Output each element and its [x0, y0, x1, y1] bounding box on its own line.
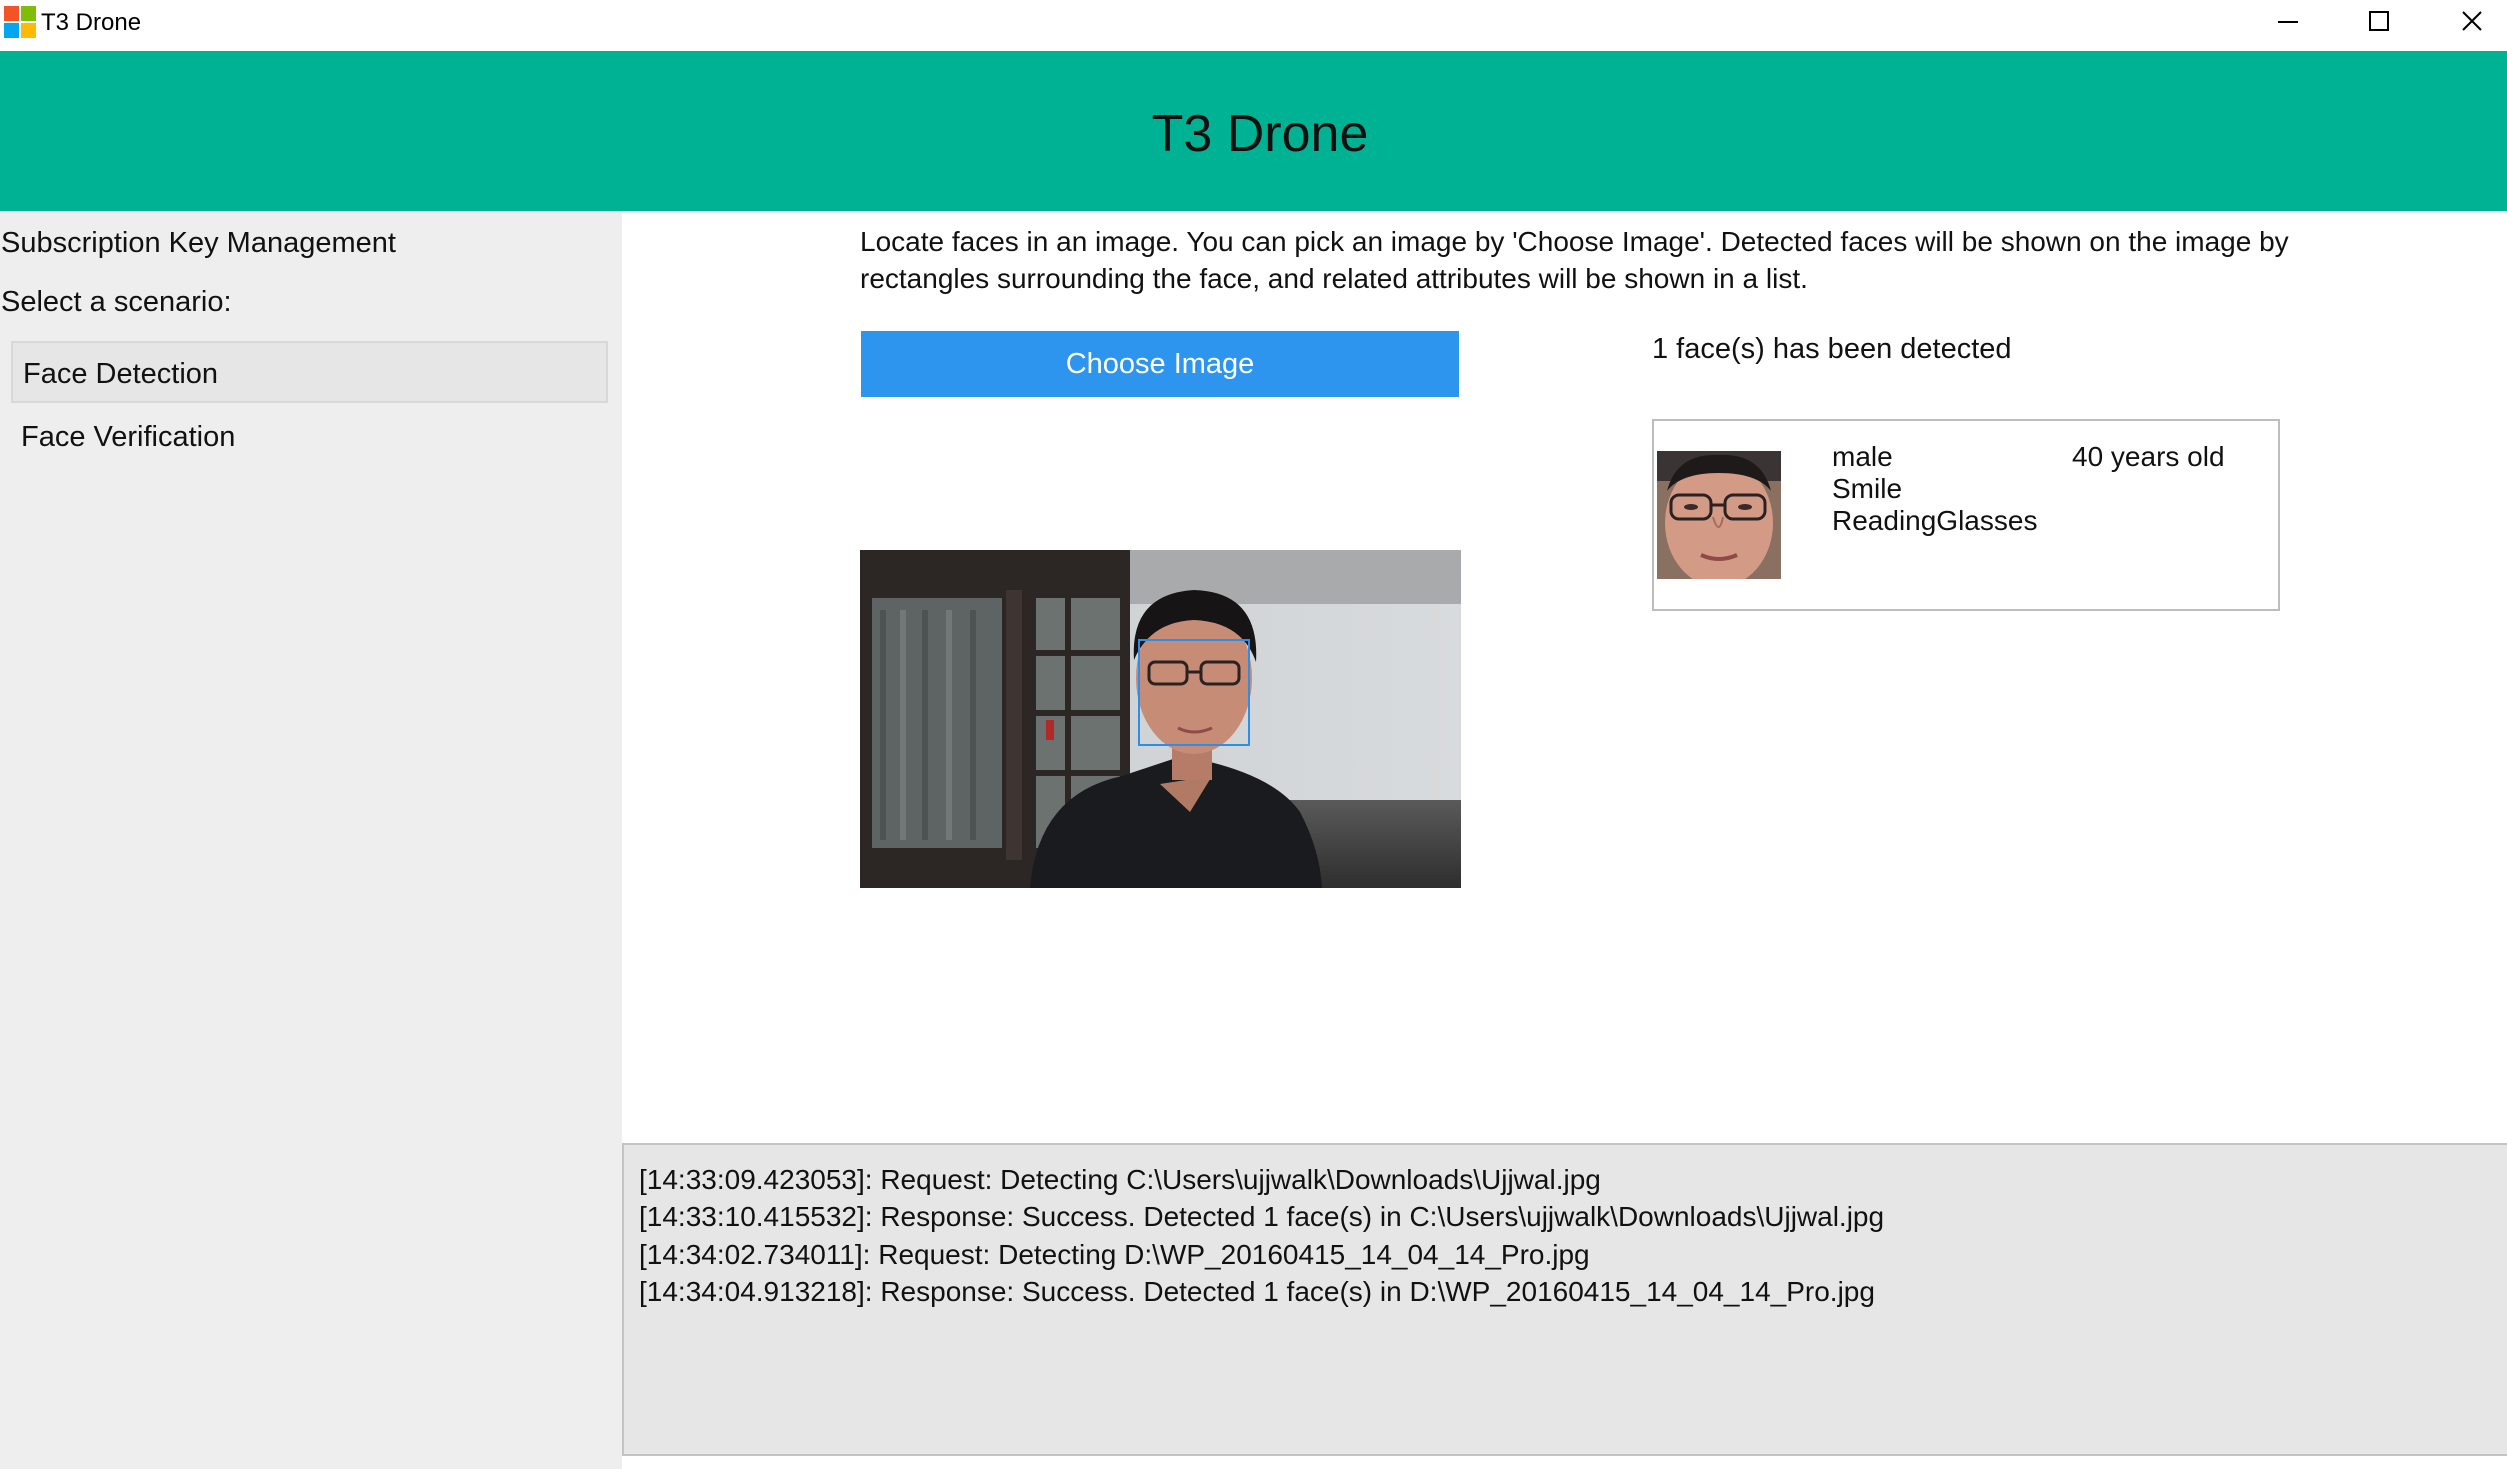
choose-image-button[interactable]: Choose Image: [861, 331, 1459, 397]
face-age: 40 years old: [2072, 441, 2225, 472]
face-rectangle: [1138, 639, 1250, 746]
detection-count: 1 face(s) has been detected: [1652, 333, 2012, 365]
maximize-icon: [2369, 11, 2389, 31]
log-line: [14:34:02.734011]: Request: Detecting D:…: [639, 1239, 1590, 1270]
sidebar: Subscription Key Management Select a sce…: [0, 211, 622, 1469]
selected-image: [860, 550, 1461, 888]
face-glasses: ReadingGlasses: [1832, 505, 2038, 536]
scenario-prompt: Select a scenario:: [1, 286, 232, 318]
minimize-icon: [2278, 21, 2298, 23]
face-gender: male: [1832, 441, 1893, 472]
maximize-button[interactable]: [2332, 0, 2426, 44]
log-line: [14:33:10.415532]: Response: Success. De…: [639, 1201, 1885, 1232]
face-thumbnail: [1657, 451, 1781, 579]
log-line: [14:33:09.423053]: Request: Detecting C:…: [639, 1164, 1601, 1195]
close-icon: [2462, 11, 2482, 31]
minimize-button[interactable]: [2241, 0, 2335, 44]
face-expression: Smile: [1832, 473, 1903, 504]
sidebar-item-face-verification[interactable]: Face Verification: [11, 406, 608, 468]
subscription-key-link[interactable]: Subscription Key Management: [1, 226, 396, 260]
app-header: T3 Drone: [0, 51, 2507, 211]
window-title-bar: T3 Drone: [0, 0, 2507, 51]
log-panel[interactable]: [14:33:09.423053]: Request: Detecting C:…: [622, 1143, 2507, 1456]
face-result-item[interactable]: male Smile ReadingGlasses 40 years old: [1652, 419, 2280, 611]
sidebar-item-label: Face Verification: [21, 421, 236, 453]
close-button[interactable]: [2425, 0, 2507, 44]
page-title: T3 Drone: [1151, 105, 1369, 163]
app-logo-icon: [4, 6, 36, 38]
sidebar-item-face-detection[interactable]: Face Detection: [11, 341, 608, 403]
log-line: [14:34:04.913218]: Response: Success. De…: [639, 1276, 1875, 1307]
sidebar-item-label: Face Detection: [23, 358, 219, 390]
window-title: T3 Drone: [41, 9, 142, 36]
scenario-description: Locate faces in an image. You can pick a…: [860, 226, 2289, 294]
